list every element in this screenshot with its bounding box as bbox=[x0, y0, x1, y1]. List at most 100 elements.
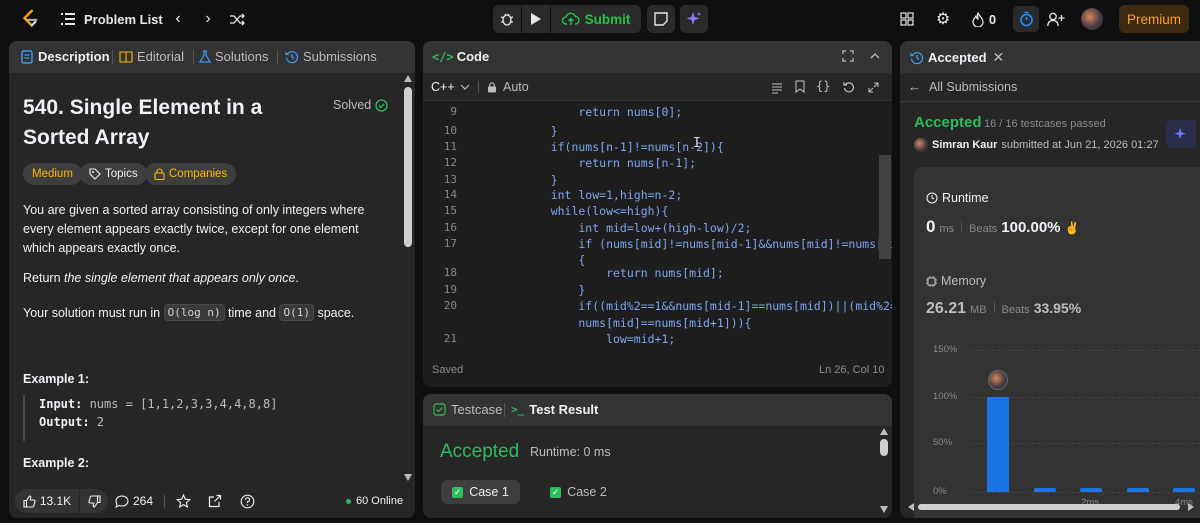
tab-testcase[interactable]: Testcase bbox=[433, 402, 502, 417]
case-1-button[interactable]: ✓ Case 1 bbox=[441, 480, 520, 504]
histogram-bar[interactable] bbox=[1034, 488, 1056, 492]
tab-description[interactable]: Description bbox=[21, 49, 110, 64]
leetcode-logo[interactable] bbox=[18, 7, 42, 31]
history-icon bbox=[910, 51, 924, 64]
code-editor[interactable]: 9 return nums[0]; 10 } 11 if(nums[n-1]!=nu… bbox=[423, 101, 892, 349]
complexity-code-time: O(log n) bbox=[163, 304, 225, 321]
comments-button[interactable]: 264 bbox=[109, 489, 153, 513]
expand-icon[interactable] bbox=[868, 80, 881, 93]
next-problem-icon[interactable]: › bbox=[200, 10, 216, 28]
case-2-button[interactable]: ✓ Case 2 bbox=[539, 480, 618, 504]
chart-scrollbar[interactable] bbox=[908, 503, 1200, 511]
line-number: 20 bbox=[443, 299, 457, 312]
test-tabs: Testcase >_ Test Result bbox=[423, 394, 892, 426]
problem-list-icon[interactable] bbox=[60, 11, 76, 27]
collapse-icon[interactable] bbox=[869, 50, 883, 64]
companies-tag[interactable]: Companies bbox=[145, 163, 237, 185]
memory-unit: MB bbox=[970, 304, 987, 316]
reset-icon[interactable] bbox=[843, 80, 856, 93]
dislike-button[interactable] bbox=[80, 489, 108, 513]
submitter-name[interactable]: Simran Kaur bbox=[932, 139, 997, 151]
ai-sparkle-icon[interactable] bbox=[1166, 120, 1196, 148]
online-dot bbox=[346, 498, 351, 504]
line-number: 17 bbox=[443, 237, 457, 250]
scroll-down-arrow[interactable] bbox=[880, 506, 888, 513]
submit-button[interactable]: Submit bbox=[551, 5, 641, 33]
tab-test-result[interactable]: >_ Test Result bbox=[511, 402, 598, 417]
scroll-left-arrow[interactable] bbox=[908, 503, 914, 511]
problem-list-link[interactable]: Problem List bbox=[84, 11, 163, 27]
histogram-bar[interactable] bbox=[1080, 488, 1102, 492]
tab-submissions[interactable]: Submissions bbox=[285, 49, 377, 64]
layout-icon[interactable] bbox=[898, 10, 916, 28]
description-panel: Description Editorial Solutions Submissi… bbox=[9, 41, 415, 518]
example-2-title: Example 2: bbox=[23, 456, 90, 470]
code-braces-icon[interactable]: {} bbox=[816, 79, 830, 93]
scrollbar-thumb[interactable] bbox=[918, 504, 1180, 510]
premium-button[interactable]: Premium bbox=[1119, 5, 1189, 33]
output-value: 2 bbox=[89, 415, 105, 429]
scroll-up-arrow[interactable] bbox=[880, 428, 888, 435]
language-label: C++ bbox=[431, 80, 455, 94]
debug-button[interactable] bbox=[493, 5, 521, 33]
maximize-icon[interactable] bbox=[842, 50, 856, 64]
flask-icon bbox=[199, 49, 211, 63]
histogram-bar[interactable] bbox=[1127, 488, 1149, 492]
help-icon[interactable] bbox=[240, 494, 256, 510]
language-select[interactable]: C++ bbox=[431, 80, 470, 94]
beats-label: Beats bbox=[1001, 304, 1030, 316]
auto-mode[interactable]: Auto bbox=[487, 80, 529, 94]
submitter-info: Simran Kaur submitted at Jun 21, 2026 01… bbox=[914, 138, 1159, 152]
tab-solutions[interactable]: Solutions bbox=[199, 49, 268, 64]
ai-sparkle-button[interactable] bbox=[680, 5, 708, 33]
share-icon[interactable] bbox=[208, 494, 224, 510]
scrollbar-thumb[interactable] bbox=[880, 439, 888, 456]
code-brackets-icon: </> bbox=[432, 49, 454, 64]
runtime-distribution-chart[interactable]: 150% 100% 50% 0% 2ms 4ms bbox=[908, 340, 1200, 512]
code-title: </> Code bbox=[432, 49, 489, 64]
test-status: Accepted bbox=[440, 441, 520, 462]
test-scrollbar[interactable] bbox=[879, 428, 889, 516]
settings-gear-icon[interactable]: ⚙ bbox=[933, 9, 953, 29]
notes-button[interactable] bbox=[647, 5, 675, 33]
bookmark-icon[interactable] bbox=[795, 80, 807, 94]
histogram-bar[interactable] bbox=[1173, 488, 1195, 492]
description-scrollbar[interactable] bbox=[404, 75, 412, 481]
your-submission-avatar bbox=[988, 370, 1008, 390]
complexity-mid: time and bbox=[224, 305, 280, 320]
close-icon[interactable]: ✕ bbox=[993, 49, 1005, 66]
tab-divider bbox=[504, 403, 505, 417]
avatar[interactable] bbox=[1081, 8, 1103, 30]
shuffle-icon[interactable] bbox=[228, 10, 246, 28]
add-user-icon[interactable] bbox=[1045, 9, 1067, 29]
scrollbar-thumb[interactable] bbox=[404, 87, 412, 247]
tag-icon bbox=[89, 168, 101, 180]
example-1-block: Input: nums = [1,1,2,3,3,4,4,8,8] Output… bbox=[23, 395, 393, 441]
line-number: 14 bbox=[443, 188, 457, 201]
prev-problem-icon[interactable]: ‹ bbox=[170, 10, 186, 28]
divider bbox=[961, 221, 963, 232]
like-button[interactable]: 13.1K bbox=[15, 489, 79, 513]
timer-icon[interactable] bbox=[1013, 6, 1039, 32]
difficulty-badge[interactable]: Medium bbox=[23, 163, 82, 185]
streak-counter[interactable]: 0 bbox=[968, 9, 1000, 29]
code-line: return nums[mid]; bbox=[523, 266, 724, 280]
return-emphasis: the single element that appears only onc… bbox=[64, 271, 296, 285]
tab-editorial[interactable]: Editorial bbox=[119, 49, 184, 64]
tab-accepted[interactable]: Accepted ✕ bbox=[910, 49, 1004, 66]
scroll-up-arrow[interactable] bbox=[404, 75, 412, 82]
scroll-down-arrow[interactable] bbox=[404, 474, 412, 481]
editor-scrollbar[interactable] bbox=[879, 155, 891, 259]
scroll-right-arrow[interactable] bbox=[1188, 503, 1194, 511]
chip-icon bbox=[926, 275, 937, 287]
favorite-star-icon[interactable] bbox=[175, 493, 192, 510]
cloud-upload-icon bbox=[561, 12, 580, 25]
topics-tag[interactable]: Topics bbox=[80, 163, 147, 185]
all-submissions-link[interactable]: ← All Submissions bbox=[908, 79, 1017, 94]
histogram-bar[interactable] bbox=[987, 397, 1009, 492]
companies-label: Companies bbox=[169, 168, 228, 180]
run-button[interactable] bbox=[522, 5, 550, 33]
format-icon[interactable] bbox=[771, 81, 784, 94]
document-icon bbox=[21, 49, 33, 64]
case-2-label: Case 2 bbox=[567, 485, 607, 499]
